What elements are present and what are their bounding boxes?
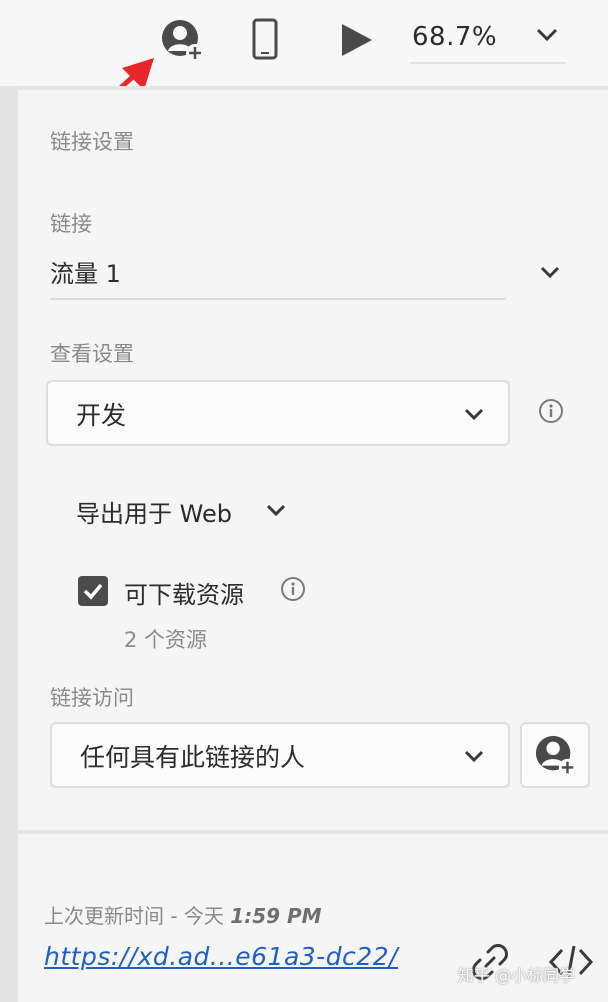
link-value: 流量 1: [50, 260, 121, 288]
export-for-web-dropdown[interactable]: 导出用于 Web: [76, 494, 286, 529]
zoom-control[interactable]: 68.7%: [410, 14, 566, 64]
watermark: 知乎 @小标同学: [458, 966, 576, 985]
last-updated-prefix: 上次更新时间 - 今天: [44, 904, 224, 928]
view-settings-label: 查看设置: [50, 342, 134, 366]
chevron-down-icon: [266, 504, 286, 517]
play-icon[interactable]: [340, 22, 374, 58]
last-updated-time: 1:59 PM: [230, 904, 322, 928]
link-access-label: 链接访问: [50, 686, 134, 710]
link-access-value: 任何具有此链接的人: [80, 743, 306, 772]
zoom-level: 68.7%: [412, 22, 498, 52]
canvas-edge: [0, 86, 18, 1002]
link-access-dropdown[interactable]: 任何具有此链接的人: [50, 722, 510, 788]
link-label: 链接: [50, 212, 92, 236]
share-settings-panel: 链接设置 链接 流量 1 查看设置 开发 导出用于 Web 可下载资源 2 个资…: [18, 86, 608, 1002]
chevron-down-icon[interactable]: [536, 28, 558, 42]
link-underline: [50, 298, 506, 300]
chevron-down-icon: [464, 408, 484, 421]
view-settings-value: 开发: [76, 401, 127, 430]
chevron-down-icon: [464, 750, 484, 763]
checkmark-icon: [83, 583, 103, 600]
section-divider: [18, 830, 608, 834]
mobile-device-icon[interactable]: [252, 18, 278, 60]
asset-count: 2 个资源: [124, 628, 208, 652]
chevron-down-icon[interactable]: [540, 266, 560, 280]
share-url-link[interactable]: https://xd.ad...e61a3-dc22/: [44, 942, 398, 971]
downloadable-assets-checkbox[interactable]: [78, 576, 108, 606]
last-updated: 上次更新时间 - 今天 1:59 PM: [44, 900, 322, 929]
downloadable-assets-label: 可下载资源: [124, 581, 244, 609]
section-title: 链接设置: [50, 130, 134, 154]
export-label: 导出用于 Web: [76, 500, 232, 528]
invite-people-button[interactable]: [520, 722, 590, 788]
info-icon[interactable]: [280, 576, 306, 602]
info-icon[interactable]: [538, 398, 564, 424]
invite-user-icon: [535, 735, 577, 777]
invite-user-icon[interactable]: [160, 18, 206, 64]
view-settings-dropdown[interactable]: 开发: [46, 380, 510, 446]
